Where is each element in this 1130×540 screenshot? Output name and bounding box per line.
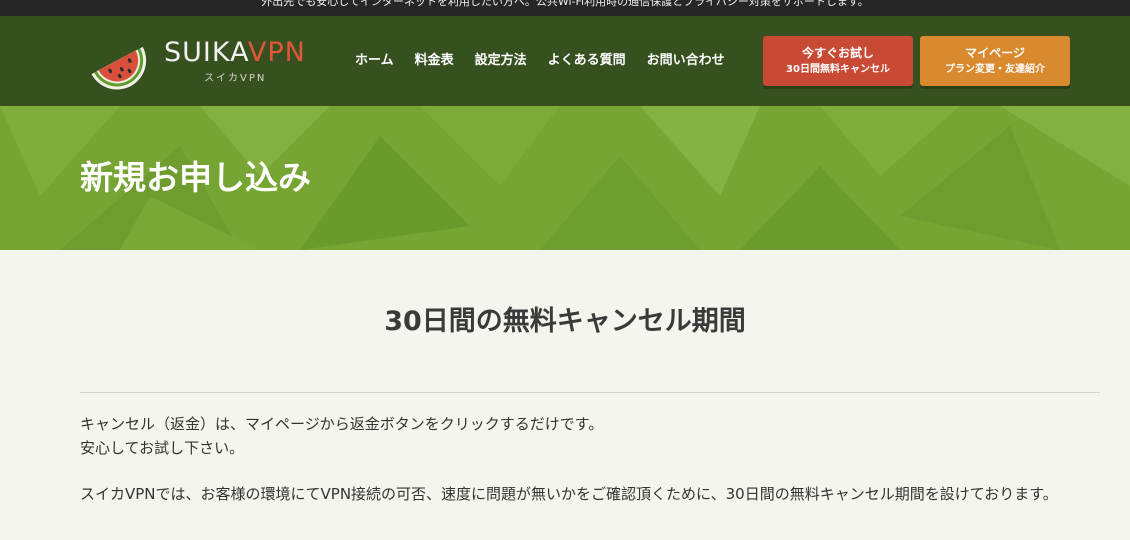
cancel-info-line1: キャンセル（返金）は、マイページから返金ボタンをクリックするだけです。	[80, 415, 604, 433]
watermelon-icon	[91, 46, 147, 90]
main-nav: ホーム 料金表 設定方法 よくある質問 お問い合わせ	[355, 50, 725, 72]
nav-home[interactable]: ホーム	[355, 50, 394, 72]
mypage-button-label: マイページ	[965, 46, 1025, 60]
nav-contact[interactable]: お問い合わせ	[647, 50, 725, 72]
logo-brand-accent: VPN	[247, 37, 306, 68]
site-header: SUIKAVPN スイカVPN ホーム 料金表 設定方法 よくある質問 お問い合…	[0, 16, 1130, 106]
logo-brand-text: SUIKA	[164, 37, 248, 68]
section-title: 30日間の無料キャンセル期間	[384, 306, 746, 337]
announcement-text: 外出先でも安心してインターネットを利用したい方へ。公共Wi-Fi利用時の通信保護…	[261, 0, 869, 8]
site-logo[interactable]: SUIKAVPN スイカVPN	[86, 30, 316, 92]
free-trial-button-label: 今すぐお試し	[801, 46, 874, 60]
page-title: 新規お申し込み	[80, 158, 311, 197]
mypage-button[interactable]: マイページ プラン変更・友達紹介	[920, 36, 1070, 86]
section-divider	[80, 392, 1100, 393]
nav-pricing[interactable]: 料金表	[415, 50, 454, 72]
cancel-info-line2: 安心してお試し下さい。	[80, 439, 245, 457]
announcement-bar: 外出先でも安心してインターネットを利用したい方へ。公共Wi-Fi利用時の通信保護…	[0, 0, 1130, 16]
free-trial-button-sublabel: 30日間無料キャンセル	[786, 64, 890, 75]
nav-setup[interactable]: 設定方法	[475, 50, 527, 72]
nav-faq[interactable]: よくある質問	[548, 50, 626, 72]
mypage-button-sublabel: プラン変更・友達紹介	[945, 64, 1045, 75]
trial-description-paragraph: スイカVPNでは、お客様の環境にてVPN接続の可否、速度に問題が無いかをご確認頂…	[80, 485, 1058, 503]
cancel-info-paragraph: キャンセル（返金）は、マイページから返金ボタンをクリックするだけです。 安心して…	[80, 412, 1105, 460]
page-hero-banner: 新規お申し込み	[0, 106, 1130, 250]
free-trial-button[interactable]: 今すぐお試し 30日間無料キャンセル	[763, 36, 913, 86]
logo-subtitle: スイカVPN	[204, 73, 267, 84]
